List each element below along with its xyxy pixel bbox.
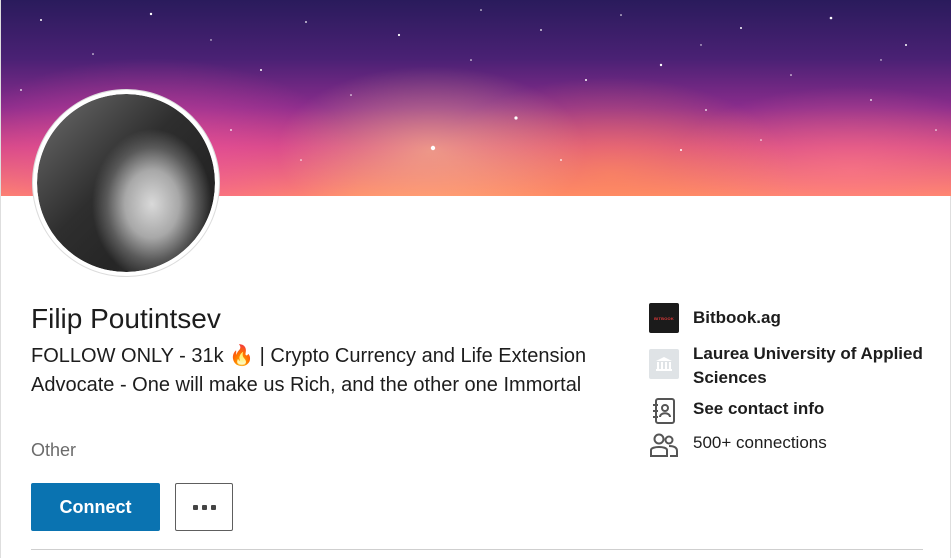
profile-name: Filip Poutintsev: [31, 303, 221, 334]
contact-info-link[interactable]: See contact info: [649, 396, 824, 426]
profile-avatar[interactable]: [33, 90, 219, 276]
avatar-photo: [37, 94, 215, 272]
ellipsis-icon: [210, 504, 216, 510]
section-divider: [31, 549, 923, 550]
school-building-icon: [649, 349, 679, 379]
people-icon: [649, 430, 679, 460]
bitbook-logo-icon: BITBOOK: [649, 303, 679, 333]
school-name: Laurea University of Applied Sciences: [693, 344, 923, 387]
profile-location: Other: [31, 440, 77, 460]
connect-button[interactable]: Connect: [31, 483, 160, 531]
company-name: Bitbook.ag: [693, 308, 781, 327]
profile-card: Filip Poutintsev FOLLOW ONLY - 31k 🔥 | C…: [0, 0, 951, 558]
company-link[interactable]: BITBOOK Bitbook.ag: [649, 303, 781, 333]
contact-info-label: See contact info: [693, 399, 825, 418]
more-actions-button[interactable]: [175, 483, 233, 531]
profile-headline: FOLLOW ONLY - 31k 🔥 | Crypto Currency an…: [31, 345, 587, 396]
school-link[interactable]: Laurea University of Applied Sciences: [649, 342, 923, 390]
ellipsis-icon: [201, 504, 207, 510]
contact-book-icon: [649, 396, 679, 426]
connections-count: 500+ connections: [693, 433, 827, 452]
connections-link[interactable]: 500+ connections: [649, 430, 827, 460]
ellipsis-icon: [192, 504, 198, 510]
